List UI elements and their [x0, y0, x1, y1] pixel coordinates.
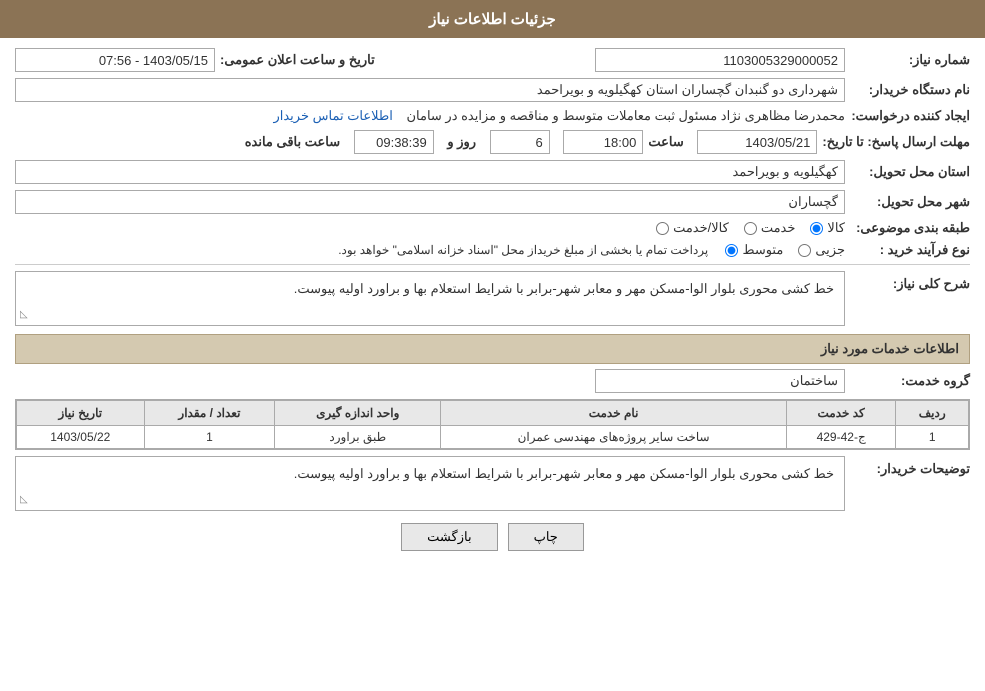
button-row: چاپ بازگشت [15, 523, 970, 551]
col-tarikh: تاریخ نیاز [17, 401, 145, 426]
row-ijadKonande: ایجاد کننده درخواست: محمدرضا مظاهری نژاد… [15, 108, 970, 124]
value-ijadKonande: محمدرضا مظاهری نژاد مسئول ثبت معاملات مت… [407, 108, 846, 124]
col-tedad: تعداد / مقدار [144, 401, 275, 426]
section-khadamat: اطلاعات خدمات مورد نیاز [15, 334, 970, 364]
radio-kala-label: کالا [827, 220, 845, 236]
radio-input-kala-khadamat[interactable] [656, 222, 669, 235]
radiogroup-noeFarayand: متوسط جزیی [725, 242, 845, 258]
text-farayand-note: پرداخت تمام یا بخشی از مبلغ خریداز محل "… [338, 243, 708, 257]
row-shahr: شهر محل تحویل: گچساران [15, 190, 970, 214]
col-kod: کد خدمت [786, 401, 895, 426]
row-namDastgah: نام دستگاه خریدار: شهرداری دو گنبدان گچس… [15, 78, 970, 102]
value-tarikh-pasokh: 1403/05/21 [697, 130, 817, 154]
label-saat-baqi: ساعت باقی مانده [245, 134, 340, 150]
radio-kala-khadamat: کالا/خدمت [656, 220, 729, 236]
cell-nam-0: ساخت سایر پروژه‌های مهندسی عمران [441, 426, 787, 449]
page-header: جزئیات اطلاعات نیاز [0, 0, 985, 38]
btn-bazgasht[interactable]: بازگشت [401, 523, 497, 551]
label-rooz: روز و [447, 134, 476, 150]
value-saat-baqi: 09:38:39 [354, 130, 434, 154]
radio-khadamat: خدمت [744, 220, 796, 236]
cell-vahed-0: طبق براورد [275, 426, 441, 449]
value-saat: 18:00 [563, 130, 643, 154]
radiogroup-tabagheBandi: کالا/خدمت خدمت کالا [656, 220, 845, 236]
khadamat-table: ردیف کد خدمت نام خدمت واحد اندازه گیری ت… [16, 400, 969, 449]
row-gorohKhadamat: گروه خدمت: ساختمان [15, 369, 970, 393]
khadamat-table-container: ردیف کد خدمت نام خدمت واحد اندازه گیری ت… [15, 399, 970, 450]
link-tamas-kharidar[interactable]: اطلاعات تماس خریدار [273, 108, 392, 124]
label-sharhKoli: شرح کلی نیاز: [850, 271, 970, 292]
value-namDastgah: شهرداری دو گنبدان گچساران استان کهگیلویه… [15, 78, 845, 102]
label-mohlat: مهلت ارسال پاسخ: تا تاریخ: [822, 134, 970, 150]
radio-input-jazii[interactable] [798, 244, 811, 257]
row-sharhKoli: شرح کلی نیاز: خط کشی محوری بلوار الوا-مس… [15, 271, 970, 326]
label-namDastgah: نام دستگاه خریدار: [850, 82, 970, 98]
radio-motevasset: متوسط [725, 242, 783, 258]
label-gorohKhadamat: گروه خدمت: [850, 373, 970, 389]
value-ostan: کهگیلویه و بویراحمد [15, 160, 845, 184]
resize-handle-sharh: ◺ [20, 306, 28, 323]
table-row: 1 ج-42-429 ساخت سایر پروژه‌های مهندسی عم… [17, 426, 969, 449]
resize-handle-tosif: ◺ [20, 491, 28, 508]
cell-kod-0: ج-42-429 [786, 426, 895, 449]
row-noeFarayand: نوع فرآیند خرید : متوسط جزیی پرداخت تمام… [15, 242, 970, 258]
cell-tarikh-0: 1403/05/22 [17, 426, 145, 449]
value-gorohKhadamat: ساختمان [595, 369, 845, 393]
label-ijadKonande: ایجاد کننده درخواست: [850, 108, 970, 124]
radio-input-motevasset[interactable] [725, 244, 738, 257]
value-tosifKharidar: خط کشی محوری بلوار الوا-مسکن مهر و معابر… [15, 456, 845, 511]
label-tarikhAelan: تاریخ و ساعت اعلان عمومی: [220, 52, 375, 68]
cell-radif-0: 1 [896, 426, 969, 449]
label-shahr: شهر محل تحویل: [850, 194, 970, 210]
page-title: جزئیات اطلاعات نیاز [429, 11, 556, 28]
radio-input-khadamat[interactable] [744, 222, 757, 235]
table-header-row: ردیف کد خدمت نام خدمت واحد اندازه گیری ت… [17, 401, 969, 426]
label-shomareNiaz: شماره نیاز: [850, 52, 970, 68]
label-ostan: استان محل تحویل: [850, 164, 970, 180]
row-mohlat: مهلت ارسال پاسخ: تا تاریخ: 1403/05/21 سا… [15, 130, 970, 154]
value-shahr: گچساران [15, 190, 845, 214]
value-shomareNiaz: 1103005329000052 [595, 48, 845, 72]
col-nam: نام خدمت [441, 401, 787, 426]
radio-khadamat-label: خدمت [761, 220, 796, 236]
btn-chap[interactable]: چاپ [508, 523, 584, 551]
label-tabagheBandi: طبقه بندی موضوعی: [850, 220, 970, 236]
row-ostan: استان محل تحویل: کهگیلویه و بویراحمد [15, 160, 970, 184]
radio-motevasset-label: متوسط [742, 242, 783, 258]
value-rooz: 6 [490, 130, 550, 154]
radio-input-kala[interactable] [810, 222, 823, 235]
row-tabagheBandi: طبقه بندی موضوعی: کالا/خدمت خدمت کالا [15, 220, 970, 236]
value-tarikhAelan: 1403/05/15 - 07:56 [15, 48, 215, 72]
cell-tedad-0: 1 [144, 426, 275, 449]
label-noeFarayand: نوع فرآیند خرید : [850, 242, 970, 258]
radio-kala: کالا [810, 220, 845, 236]
row-tosifKharidar: توضیحات خریدار: خط کشی محوری بلوار الوا-… [15, 456, 970, 511]
col-radif: ردیف [896, 401, 969, 426]
radio-jazii-label: جزیی [815, 242, 845, 258]
label-saat: ساعت [648, 134, 683, 150]
label-tosifKharidar: توضیحات خریدار: [850, 456, 970, 477]
col-vahed: واحد اندازه گیری [275, 401, 441, 426]
row-shomareNiaz: شماره نیاز: 1103005329000052 تاریخ و ساع… [15, 48, 970, 72]
radio-jazii: جزیی [798, 242, 845, 258]
divider-1 [15, 264, 970, 265]
radio-kala-khadamat-label: کالا/خدمت [673, 220, 729, 236]
value-sharhKoli: خط کشی محوری بلوار الوا-مسکن مهر و معابر… [15, 271, 845, 326]
